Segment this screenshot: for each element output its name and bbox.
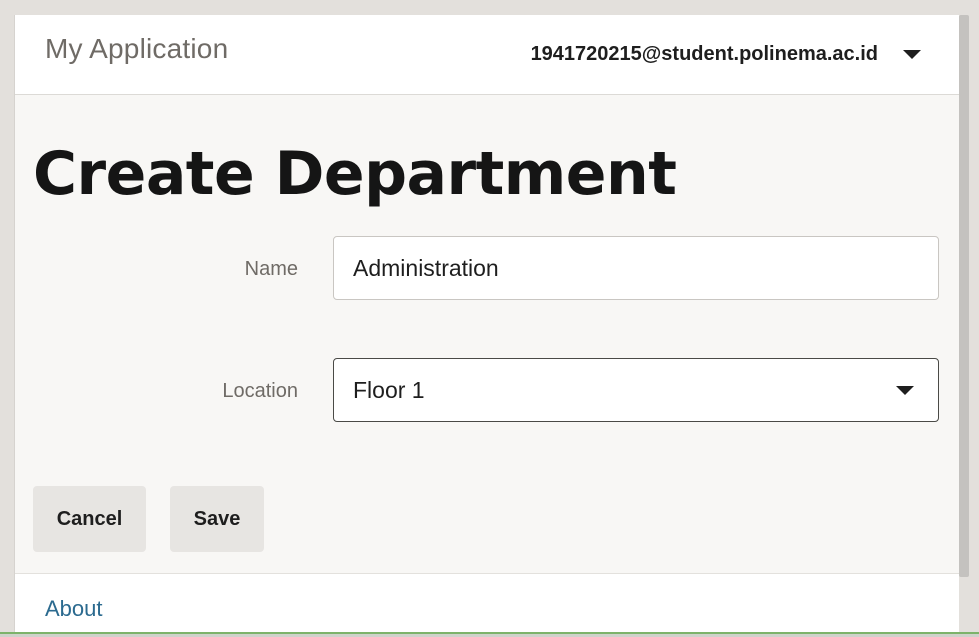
app-title[interactable]: My Application: [45, 33, 228, 65]
vertical-scrollbar[interactable]: [959, 15, 969, 577]
location-select-value: Floor 1: [353, 376, 425, 403]
about-link[interactable]: About: [45, 596, 103, 622]
chevron-down-icon[interactable]: [903, 50, 921, 59]
location-select[interactable]: Floor 1: [333, 358, 939, 422]
page-title: Create Department: [33, 139, 677, 209]
location-label: Location: [222, 380, 298, 402]
user-menu[interactable]: 1941720215@student.polinema.ac.id: [531, 43, 921, 66]
name-field[interactable]: Administration: [333, 236, 939, 300]
name-label: Name: [244, 258, 298, 280]
footer: About: [15, 573, 959, 632]
top-navbar: My Application 1941720215@student.poline…: [15, 15, 959, 95]
chevron-down-icon[interactable]: [896, 385, 914, 395]
save-button[interactable]: Save: [170, 486, 264, 552]
app-window: My Application 1941720215@student.poline…: [14, 15, 959, 632]
name-field-value: Administration: [353, 254, 499, 281]
user-email[interactable]: 1941720215@student.polinema.ac.id: [531, 43, 878, 66]
cancel-button[interactable]: Cancel: [33, 486, 146, 552]
window-bottom-edge: [0, 632, 979, 637]
